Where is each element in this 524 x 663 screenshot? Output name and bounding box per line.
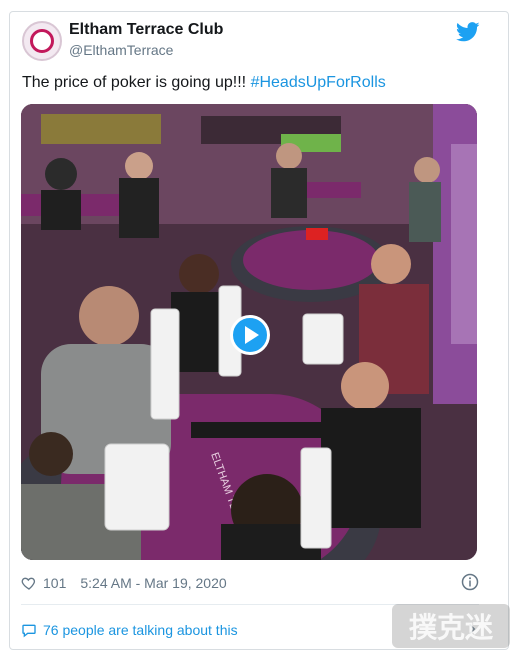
watermark-logo: 撲克迷 xyxy=(392,604,510,648)
club-logo-icon xyxy=(30,29,54,53)
account-handle[interactable]: @ElthamTerrace xyxy=(69,42,173,58)
play-icon[interactable] xyxy=(230,315,270,355)
tweet-timestamp[interactable]: 5:24 AM - Mar 19, 2020 xyxy=(80,575,226,591)
heart-icon[interactable] xyxy=(21,575,37,591)
conversation-link[interactable]: 76 people are talking about this xyxy=(21,622,238,638)
comment-bubble-icon xyxy=(22,624,36,638)
like-count[interactable]: 101 xyxy=(43,575,66,591)
tweet-text: The price of poker is going up!!! #Heads… xyxy=(22,74,386,92)
twitter-bird-icon[interactable] xyxy=(456,22,480,42)
hashtag-link[interactable]: #HeadsUpForRolls xyxy=(251,74,386,91)
profile-avatar[interactable] xyxy=(22,21,62,61)
account-name[interactable]: Eltham Terrace Club xyxy=(69,21,223,39)
tweet-body: The price of poker is going up!!! xyxy=(22,74,251,91)
conversation-text: 76 people are talking about this xyxy=(43,622,238,638)
svg-text:撲克迷: 撲克迷 xyxy=(409,611,494,644)
tweet-meta: 101 5:24 AM - Mar 19, 2020 xyxy=(21,573,227,593)
info-icon[interactable] xyxy=(461,573,479,591)
tweet-video[interactable]: ELTHAM TERRACE CLUB xyxy=(21,104,477,560)
